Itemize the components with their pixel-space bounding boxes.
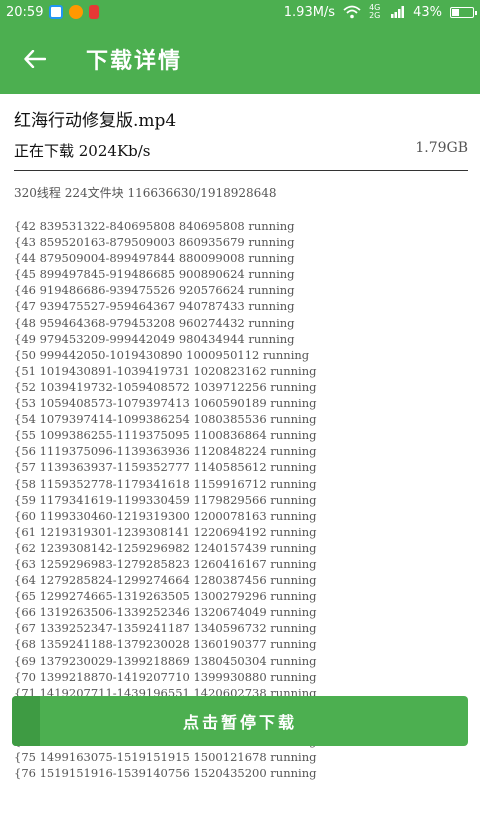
thread-row: {62 1239308142-1259296982 1240157439 run… (14, 540, 317, 555)
thread-row: {46 919486686-939475526 920576624 runnin… (14, 283, 295, 298)
thread-row: {66 1319263506-1339252346 1320674049 run… (14, 605, 317, 620)
thread-row: {70 1399218870-1419207710 1399930880 run… (14, 669, 317, 684)
app-notification-icon (69, 5, 84, 19)
thread-row: {53 1059408573-1079397413 1060590189 run… (14, 396, 317, 411)
thread-row: {68 1359241188-1379230028 1360190377 run… (14, 637, 317, 652)
arrow-left-icon (24, 50, 46, 68)
network-speed: 1.93M/s (283, 4, 336, 20)
thread-row: {69 1379230029-1399218869 1380450304 run… (14, 653, 317, 668)
thread-row: {44 879509004-899497844 880099008 runnin… (14, 251, 295, 266)
page-title: 下载详情 (86, 49, 183, 74)
thread-row: {52 1039419732-1059408572 1039712256 run… (14, 379, 317, 394)
signal-icon (391, 6, 405, 18)
status-right: 1.93M/s 4G 2G 43% (283, 3, 477, 20)
thread-row: {55 1099386255-1119375095 1100836864 run… (14, 428, 317, 443)
thread-row: {56 1119375096-1139363936 1120848224 run… (14, 444, 317, 459)
thread-row: {48 959464368-979453208 960274432 runnin… (14, 315, 295, 330)
thread-row: {47 939475527-959464367 940787433 runnin… (14, 299, 295, 314)
thread-row: {61 1219319301-1239308141 1220694192 run… (14, 524, 317, 539)
thread-row: {75 1499163075-1519151915 1500121678 run… (14, 750, 317, 765)
thread-row: {51 1019430891-1039419731 1020823162 run… (14, 363, 317, 378)
status-left: 20:59 (6, 4, 100, 20)
battery-icon (450, 6, 477, 18)
thread-row: {50 999442050-1019430890 1000950112 runn… (14, 347, 310, 362)
thread-row: {58 1159352778-1179341618 1159916712 run… (14, 476, 317, 491)
thread-row: {67 1339252347-1359241187 1340596732 run… (14, 621, 317, 636)
file-name: 红海行动修复版.mp4 (14, 111, 177, 131)
battery-level (452, 8, 460, 16)
thread-row: {60 1199330460-1219319300 1200078163 run… (14, 508, 317, 523)
status-bar: 20:59 1.93M/s 4G 2G 43% (0, 0, 480, 24)
thread-row: {49 979453209-999442049 980434944 runnin… (14, 331, 295, 346)
network-type: 4G 2G (369, 3, 381, 20)
back-button[interactable] (0, 24, 70, 94)
download-status: 正在下载 2024Kb/s (14, 142, 151, 160)
thread-row: {63 1259296983-1279285823 1260416167 run… (14, 556, 317, 571)
app-notification-icon (49, 5, 64, 19)
thread-row: {64 1279285824-1299274664 1280387456 run… (14, 573, 317, 588)
app-bar: 下载详情 (0, 24, 480, 94)
thread-row: {65 1299274665-1319263505 1300279296 run… (14, 589, 317, 604)
thread-row: {54 1079397414-1099386254 1080385536 run… (14, 412, 317, 427)
download-progress-fill (12, 696, 40, 746)
thread-row: {57 1139363937-1159352777 1140585612 run… (14, 460, 317, 475)
status-time: 20:59 (6, 4, 44, 20)
thread-row: {76 1519151916-1539140756 1520435200 run… (14, 766, 317, 781)
divider (14, 170, 468, 171)
thread-row: {45 899497845-919486685 900890624 runnin… (14, 267, 295, 282)
total-size: 1.79GB (415, 140, 468, 156)
speed-row: 正在下载 2024Kb/s 1.79GB (14, 140, 468, 161)
thread-row: {42 839531322-840695808 840695808 runnin… (14, 219, 295, 233)
pause-download-button[interactable]: 点击暂停下载 (12, 696, 468, 746)
wifi-icon (343, 5, 361, 19)
thread-row: {59 1179341619-1199330459 1179829566 run… (14, 492, 317, 507)
battery-percent: 43% (413, 4, 442, 20)
thread-row: {43 859520163-879509003 860935679 runnin… (14, 235, 295, 250)
app-notification-icon (89, 5, 100, 19)
thread-summary: 320线程 224文件块 116636630/1918928648 (14, 186, 277, 200)
pause-button-label: 点击暂停下载 (182, 713, 297, 732)
